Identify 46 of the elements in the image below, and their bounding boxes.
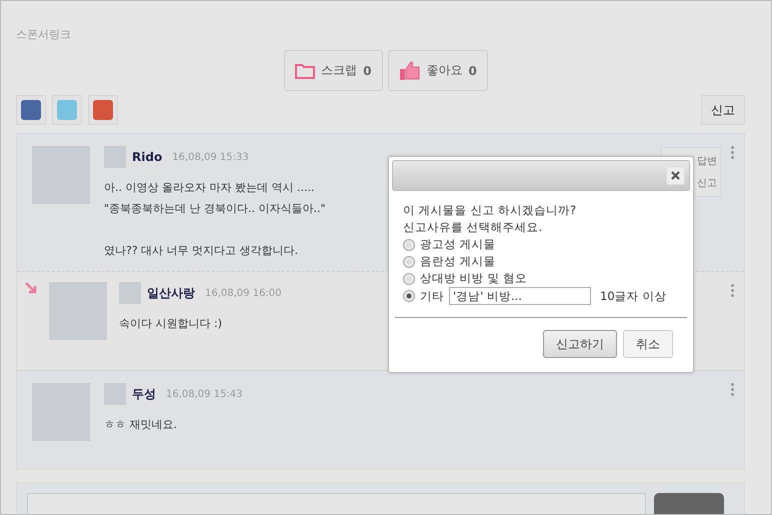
comment-text: ㅎㅎ 재밋네요. bbox=[104, 417, 177, 433]
share-button[interactable] bbox=[16, 95, 46, 125]
radio-button[interactable] bbox=[403, 238, 415, 250]
cancel-button[interactable]: 취소 bbox=[623, 330, 673, 358]
radio-button[interactable] bbox=[403, 290, 415, 302]
comment-time: 16,08,09 15:33 bbox=[172, 152, 249, 162]
folder-icon bbox=[295, 62, 316, 78]
radio-label: 광고성 게시물 bbox=[420, 236, 496, 253]
close-icon bbox=[671, 171, 680, 180]
menu-item[interactable]: 신고 bbox=[697, 176, 717, 190]
menu-item[interactable]: 답변 bbox=[697, 154, 717, 168]
thumbs-up-icon bbox=[398, 60, 420, 80]
radio-button[interactable] bbox=[403, 272, 415, 284]
reply-arrow-icon bbox=[25, 282, 37, 294]
more-icon[interactable] bbox=[731, 383, 734, 396]
more-icon[interactable] bbox=[731, 146, 734, 159]
dialog-instruction: 신고사유를 선택해주세요. bbox=[403, 219, 544, 236]
radio-button[interactable] bbox=[403, 256, 415, 268]
author-name: 두성 bbox=[132, 386, 156, 402]
comment-text: 아.. 이영상 올라오자 마자 봤는데 역시 ..... bbox=[104, 180, 314, 196]
dialog-question: 이 게시물을 신고 하시겠습니까? bbox=[403, 202, 578, 219]
submit-report-button[interactable]: 신고하기 bbox=[543, 330, 617, 358]
comment-text: 였나?? 대사 너무 멋지다고 생각합니다. bbox=[104, 243, 298, 259]
report-button[interactable]: 신고 bbox=[701, 95, 745, 125]
reason-input[interactable]: '경남' 비방... bbox=[449, 287, 591, 305]
sponsor-label: 스폰서링크 bbox=[16, 27, 72, 42]
close-button[interactable] bbox=[666, 166, 685, 185]
comment-text: "종북종북하는데 난 경북이다.. 이자식들아.." bbox=[104, 201, 326, 217]
author-name: 일산사랑 bbox=[147, 284, 195, 302]
radio-label: 상대방 비방 및 혐오 bbox=[420, 270, 527, 287]
avatar-image bbox=[49, 282, 107, 340]
google-plus-icon bbox=[93, 100, 113, 120]
length-hint: 10글자 이상 bbox=[600, 288, 666, 304]
more-icon[interactable] bbox=[731, 284, 734, 297]
comment-text: 속이다 시원합니다 :) bbox=[119, 316, 222, 332]
share-button[interactable] bbox=[88, 95, 118, 125]
twitter-icon bbox=[57, 100, 77, 120]
like-button[interactable]: 좋아요 0 bbox=[388, 50, 488, 91]
author-name: Rido bbox=[132, 150, 162, 164]
comment-time: 16,08,09 16:00 bbox=[205, 288, 282, 298]
radio-label: 기타 bbox=[420, 288, 444, 304]
radio-label: 음란성 게시물 bbox=[420, 253, 496, 270]
facebook-icon bbox=[21, 100, 41, 120]
scrap-button[interactable]: 스크랩 0 bbox=[284, 50, 382, 91]
user-icon bbox=[119, 282, 141, 304]
comment-time: 16,08,09 15:43 bbox=[166, 388, 243, 400]
